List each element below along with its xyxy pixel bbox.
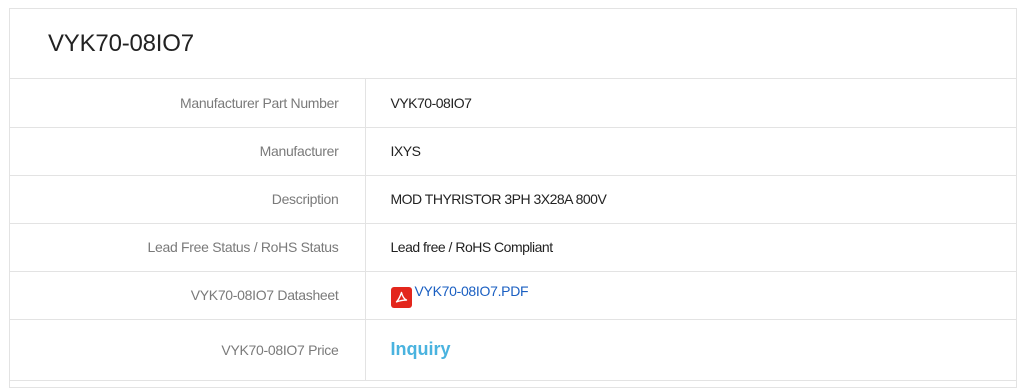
row-value-rohs-status: Lead free / RoHS Compliant: [365, 223, 1016, 272]
datasheet-pdf-link[interactable]: VYK70-08IO7.PDF: [415, 283, 529, 299]
card-header: VYK70-08IO7: [10, 9, 1016, 79]
table-row: Manufacturer IXYS: [10, 127, 1016, 176]
row-value-part-number: VYK70-08IO7: [365, 79, 1016, 128]
pdf-icon[interactable]: [390, 286, 412, 308]
table-row: VYK70-08IO7 Price Inquiry: [10, 319, 1016, 381]
datasheet-value: VYK70-08IO7.PDF: [390, 283, 1017, 308]
row-value-datasheet: VYK70-08IO7.PDF: [365, 271, 1017, 320]
table-row: Manufacturer Part Number VYK70-08IO7: [10, 79, 1016, 128]
table-row: Description MOD THYRISTOR 3PH 3X28A 800V: [10, 175, 1016, 224]
row-value-description: MOD THYRISTOR 3PH 3X28A 800V: [365, 175, 1016, 224]
row-label-part-number: Manufacturer Part Number: [10, 79, 366, 128]
row-label-rohs-status: Lead Free Status / RoHS Status: [10, 223, 366, 272]
row-label-price: VYK70-08IO7 Price: [10, 319, 366, 381]
spec-table: Manufacturer Part Number VYK70-08IO7 Man…: [10, 79, 1016, 381]
table-row: Lead Free Status / RoHS Status Lead free…: [10, 223, 1016, 272]
product-spec-card: VYK70-08IO7 Manufacturer Part Number VYK…: [9, 8, 1017, 388]
row-label-description: Description: [10, 175, 366, 224]
product-title: VYK70-08IO7: [48, 29, 194, 57]
pdf-acrobat-glyph: [395, 291, 407, 303]
table-row: VYK70-08IO7 Datasheet VYK70-08IO7.PDF: [10, 271, 1017, 320]
inquiry-link[interactable]: Inquiry: [391, 339, 451, 359]
row-value-manufacturer: IXYS: [365, 127, 1016, 176]
row-value-price: Inquiry: [365, 319, 1016, 381]
row-label-datasheet: VYK70-08IO7 Datasheet: [10, 271, 366, 320]
row-label-manufacturer: Manufacturer: [10, 127, 366, 176]
